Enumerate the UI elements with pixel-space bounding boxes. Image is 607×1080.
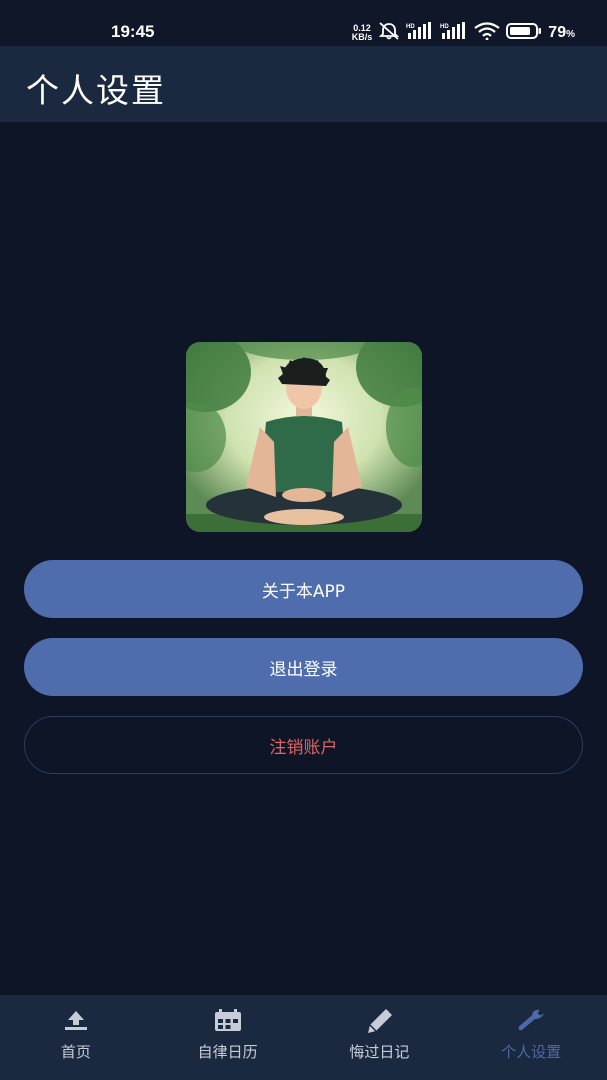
avatar-image: [186, 342, 422, 532]
nav-item-home[interactable]: 首页: [0, 995, 152, 1080]
battery-icon: [506, 23, 542, 43]
signal-icon: HD: [440, 22, 468, 44]
battery-percent: 79%: [548, 24, 575, 42]
net-speed-unit: KB/s: [351, 32, 373, 42]
status-time: 19:45: [111, 22, 155, 41]
battery-percent-sign: %: [566, 29, 575, 40]
delete-account-label: 注销账户: [269, 737, 338, 758]
logout-button[interactable]: 退出登录: [24, 638, 583, 696]
nav-item-diary[interactable]: 悔过日记: [304, 995, 456, 1080]
avatar: [186, 342, 422, 532]
battery-percent-value: 79: [548, 24, 567, 41]
nav-label-settings: 个人设置: [501, 1043, 562, 1061]
delete-account-button[interactable]: 注销账户: [24, 716, 583, 774]
pen-icon: [364, 1007, 394, 1033]
mute-icon: [378, 22, 400, 44]
wrench-icon: [516, 1007, 546, 1033]
app-bar: 个人设置: [0, 46, 607, 122]
hd-label-1: HD: [406, 24, 415, 30]
upload-icon: [61, 1007, 91, 1033]
net-speed: 0.12 KB/s: [352, 24, 373, 42]
page-title: 个人设置: [26, 71, 166, 110]
nav-item-settings[interactable]: 个人设置: [455, 995, 607, 1080]
wifi-icon: [474, 22, 500, 44]
logout-label: 退出登录: [269, 659, 338, 680]
status-bar: 19:45 0.12 KB/s HD HD 79%: [0, 0, 607, 46]
calendar-icon: [213, 1007, 243, 1033]
bottom-nav: 首页 自律日历 悔过日记 个人设置: [0, 995, 607, 1080]
hd-label-2: HD: [440, 24, 449, 30]
nav-label-calendar: 自律日历: [197, 1043, 258, 1061]
nav-label-home: 首页: [60, 1043, 91, 1061]
signal-icon: HD: [406, 22, 434, 44]
nav-label-diary: 悔过日记: [349, 1043, 410, 1061]
about-app-button[interactable]: 关于本APP: [24, 560, 583, 618]
status-icons: 0.12 KB/s HD HD 79%: [352, 22, 575, 44]
screen: 19:45 0.12 KB/s HD HD 79% 个人设置 关于本APP 退出…: [0, 0, 607, 1080]
nav-item-calendar[interactable]: 自律日历: [152, 995, 304, 1080]
about-app-label: 关于本APP: [261, 581, 346, 602]
